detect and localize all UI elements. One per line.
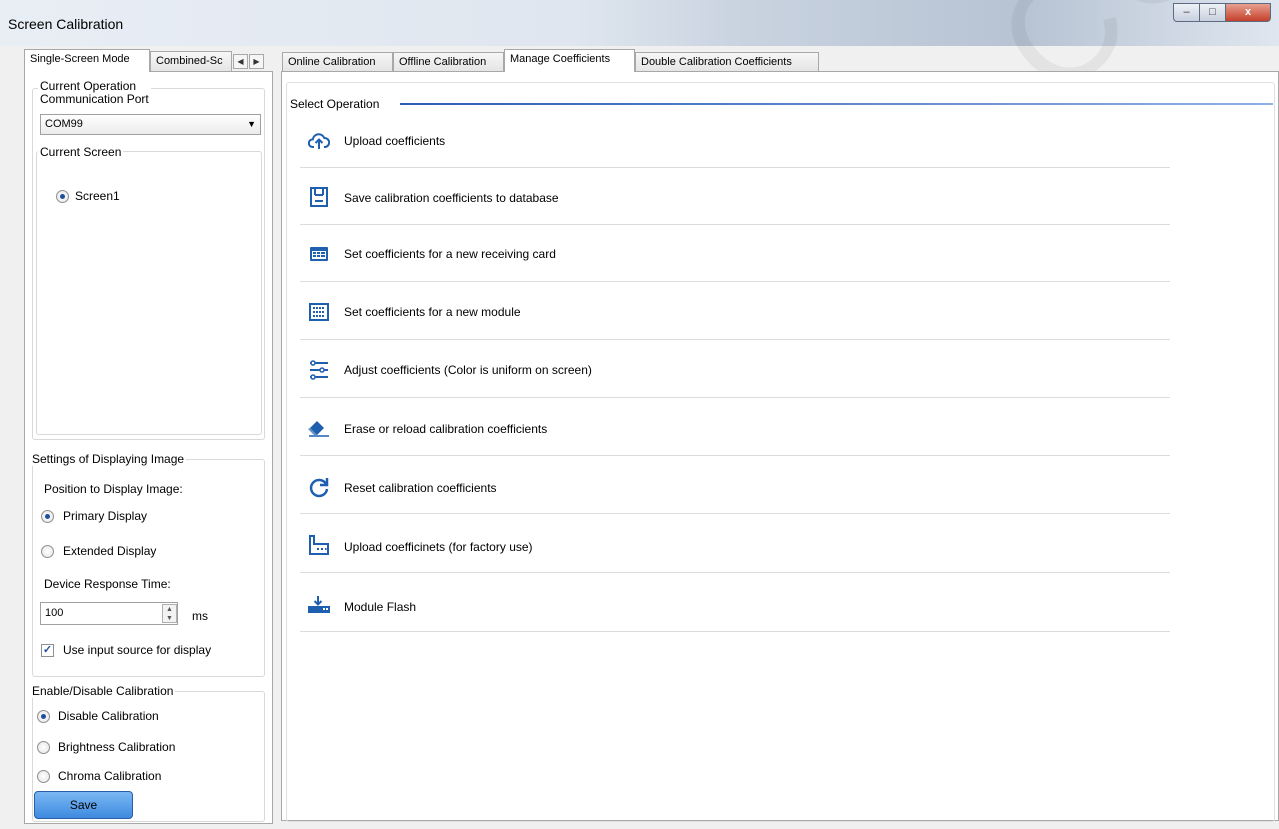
current-screen-label: Current Screen: [38, 145, 124, 159]
screen1-label: Screen1: [75, 189, 120, 203]
save-button[interactable]: Save: [34, 791, 133, 819]
op-label: Module Flash: [344, 600, 417, 614]
op-module-flash[interactable]: Module Flash: [300, 577, 1170, 632]
sliders-icon: [306, 357, 332, 383]
current-screen-group: [36, 151, 262, 435]
chroma-calibration-radio[interactable]: [37, 770, 50, 783]
close-button[interactable]: x: [1225, 3, 1271, 22]
eraser-icon: [306, 415, 332, 441]
reset-icon: [306, 474, 332, 500]
port-group-label-line2: Communication Port: [40, 92, 149, 106]
chevron-down-icon: ▼: [247, 119, 256, 129]
op-label: Adjust coefficients (Color is uniform on…: [344, 363, 592, 377]
response-unit-label: ms: [192, 609, 208, 623]
op-upload-factory[interactable]: Upload coefficinets (for factory use): [300, 518, 1170, 573]
extended-display-label: Extended Display: [63, 544, 157, 558]
primary-display-radio[interactable]: [41, 510, 54, 523]
port-group-label: Current Operation Communication Port: [38, 80, 151, 106]
op-new-module[interactable]: Set coefficients for a new module: [300, 285, 1170, 340]
op-upload-coefficients[interactable]: Upload coefficients: [300, 113, 1170, 168]
op-label: Set coefficients for a new module: [344, 305, 521, 319]
communication-port-select[interactable]: COM99 ▼: [40, 114, 261, 135]
disable-calibration-radio[interactable]: [37, 710, 50, 723]
brightness-calibration-label: Brightness Calibration: [58, 740, 176, 754]
tab-online-calibration[interactable]: Online Calibration: [282, 52, 393, 72]
save-icon: [306, 184, 332, 210]
tab-scroll-right-icon[interactable]: ▶: [249, 54, 264, 69]
extended-display-radio[interactable]: [41, 545, 54, 558]
module-flash-icon: [306, 592, 332, 618]
op-save-to-database[interactable]: Save calibration coefficients to databas…: [300, 170, 1170, 225]
tab-combined-screen[interactable]: Combined-Sc: [150, 51, 232, 72]
window-title: Screen Calibration: [8, 16, 124, 32]
module-grid-icon: [306, 299, 332, 325]
use-input-source-checkbox[interactable]: ✓: [41, 644, 54, 657]
minimize-button[interactable]: –: [1173, 3, 1199, 22]
chroma-calibration-label: Chroma Calibration: [58, 769, 162, 783]
maximize-button[interactable]: □: [1199, 3, 1225, 22]
tab-offline-calibration[interactable]: Offline Calibration: [393, 52, 504, 72]
brightness-calibration-radio[interactable]: [37, 741, 50, 754]
window-controls: – □ x: [1173, 3, 1271, 23]
op-reset-coefficients[interactable]: Reset calibration coefficients: [300, 459, 1170, 514]
position-label: Position to Display Image:: [44, 482, 183, 496]
cloud-upload-icon: [306, 128, 332, 154]
screen1-radio[interactable]: [56, 190, 69, 203]
tab-double-calibration-coefficients[interactable]: Double Calibration Coefficients: [635, 52, 819, 72]
response-time-label: Device Response Time:: [44, 577, 171, 591]
spin-up-down-icon[interactable]: ▲ ▼: [162, 604, 177, 623]
port-value: COM99: [45, 118, 83, 130]
tab-single-screen-mode[interactable]: Single-Screen Mode: [24, 49, 150, 72]
select-operation-label: Select Operation: [290, 97, 384, 111]
op-label: Set coefficients for a new receiving car…: [344, 247, 556, 261]
op-erase-reload[interactable]: Erase or reload calibration coefficients: [300, 401, 1170, 456]
op-label: Upload coefficients: [344, 134, 446, 148]
display-settings-label: Settings of Displaying Image: [30, 452, 187, 466]
factory-icon: [306, 532, 332, 558]
title-bar: Screen Calibration – □ x: [0, 0, 1279, 46]
disable-calibration-label: Disable Calibration: [58, 709, 159, 723]
tab-manage-coefficients[interactable]: Manage Coefficients: [504, 49, 635, 72]
op-label: Save calibration coefficients to databas…: [344, 191, 559, 205]
use-input-source-label: Use input source for display: [63, 643, 212, 657]
op-label: Upload coefficinets (for factory use): [344, 540, 533, 554]
response-time-input[interactable]: 100: [40, 602, 178, 625]
tab-scroll-left-icon[interactable]: ◀: [233, 54, 248, 69]
op-label: Reset calibration coefficients: [344, 481, 497, 495]
receiving-card-icon: [306, 241, 332, 267]
op-label: Erase or reload calibration coefficients: [344, 422, 548, 436]
op-new-receiving-card[interactable]: Set coefficients for a new receiving car…: [300, 227, 1170, 282]
calibration-group-label: Enable/Disable Calibration: [30, 684, 176, 698]
op-adjust-coefficients[interactable]: Adjust coefficients (Color is uniform on…: [300, 343, 1170, 398]
primary-display-label: Primary Display: [63, 509, 148, 523]
select-operation-divider: [400, 103, 1273, 105]
